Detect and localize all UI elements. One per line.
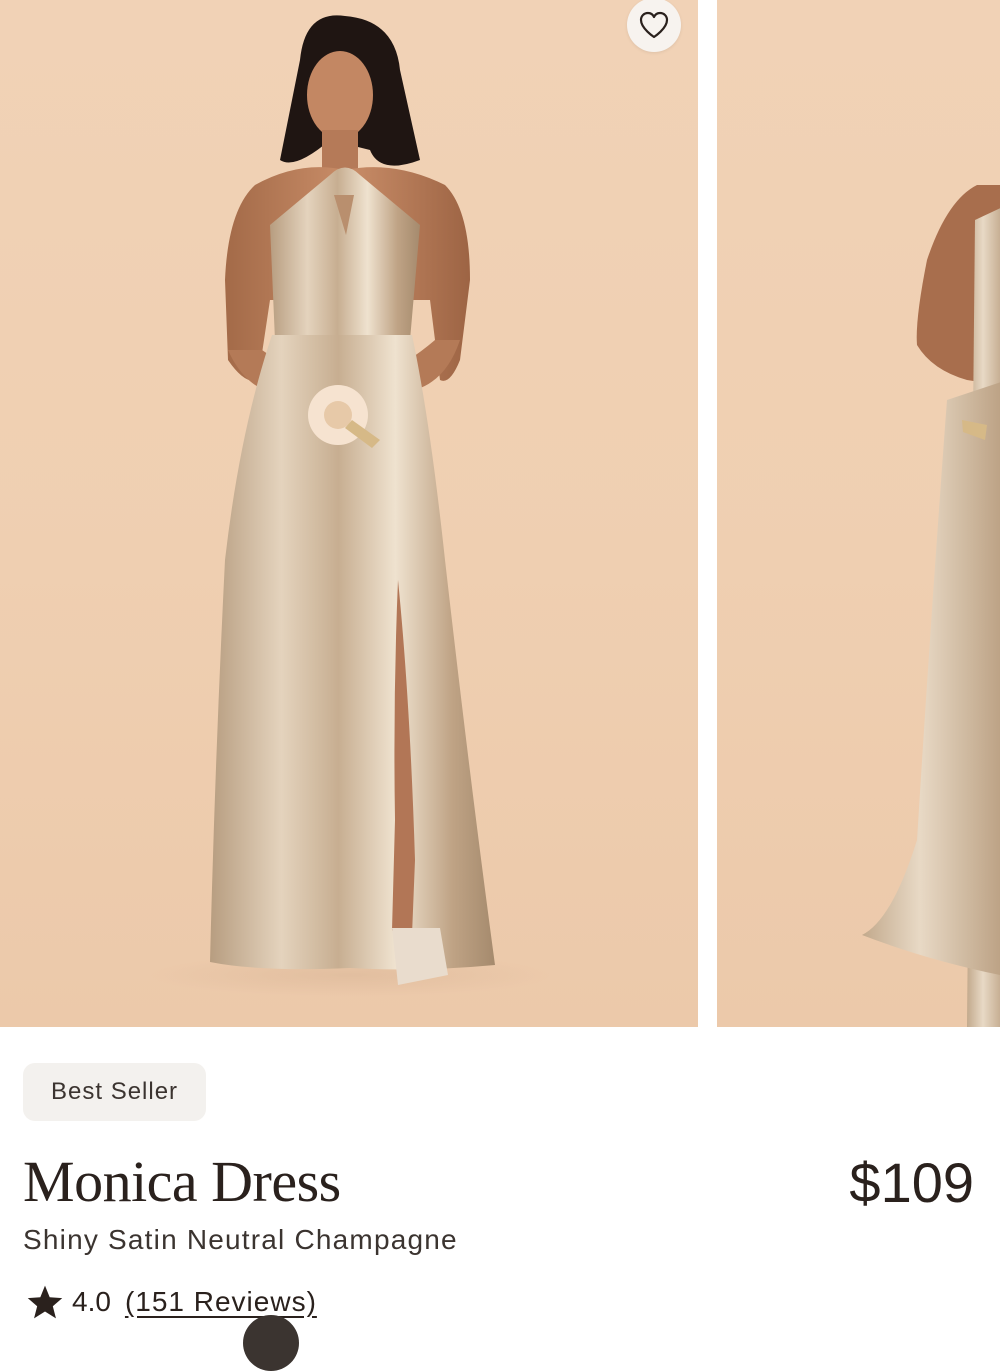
- product-variant: Shiny Satin Neutral Champagne: [23, 1224, 458, 1255]
- product-image-main[interactable]: [0, 0, 698, 1027]
- product-name: Monica Dress: [23, 1149, 341, 1214]
- dress-photo-front: [150, 15, 550, 997]
- product-image-gallery[interactable]: [0, 0, 1000, 1027]
- favorite-button[interactable]: [627, 0, 681, 52]
- reviews-link[interactable]: (151 Reviews): [125, 1286, 317, 1318]
- heart-icon: [639, 11, 669, 39]
- product-price: $109: [849, 1151, 974, 1214]
- dress-photo-side: [862, 185, 1000, 1027]
- product-image-secondary[interactable]: [717, 0, 1000, 1027]
- chat-icon[interactable]: [243, 1315, 299, 1371]
- badge-label: Best Seller: [51, 1078, 179, 1105]
- best-seller-badge: Best Seller: [23, 1063, 207, 1121]
- rating-value: 4.0: [72, 1286, 111, 1317]
- star-icon: [27, 1285, 63, 1319]
